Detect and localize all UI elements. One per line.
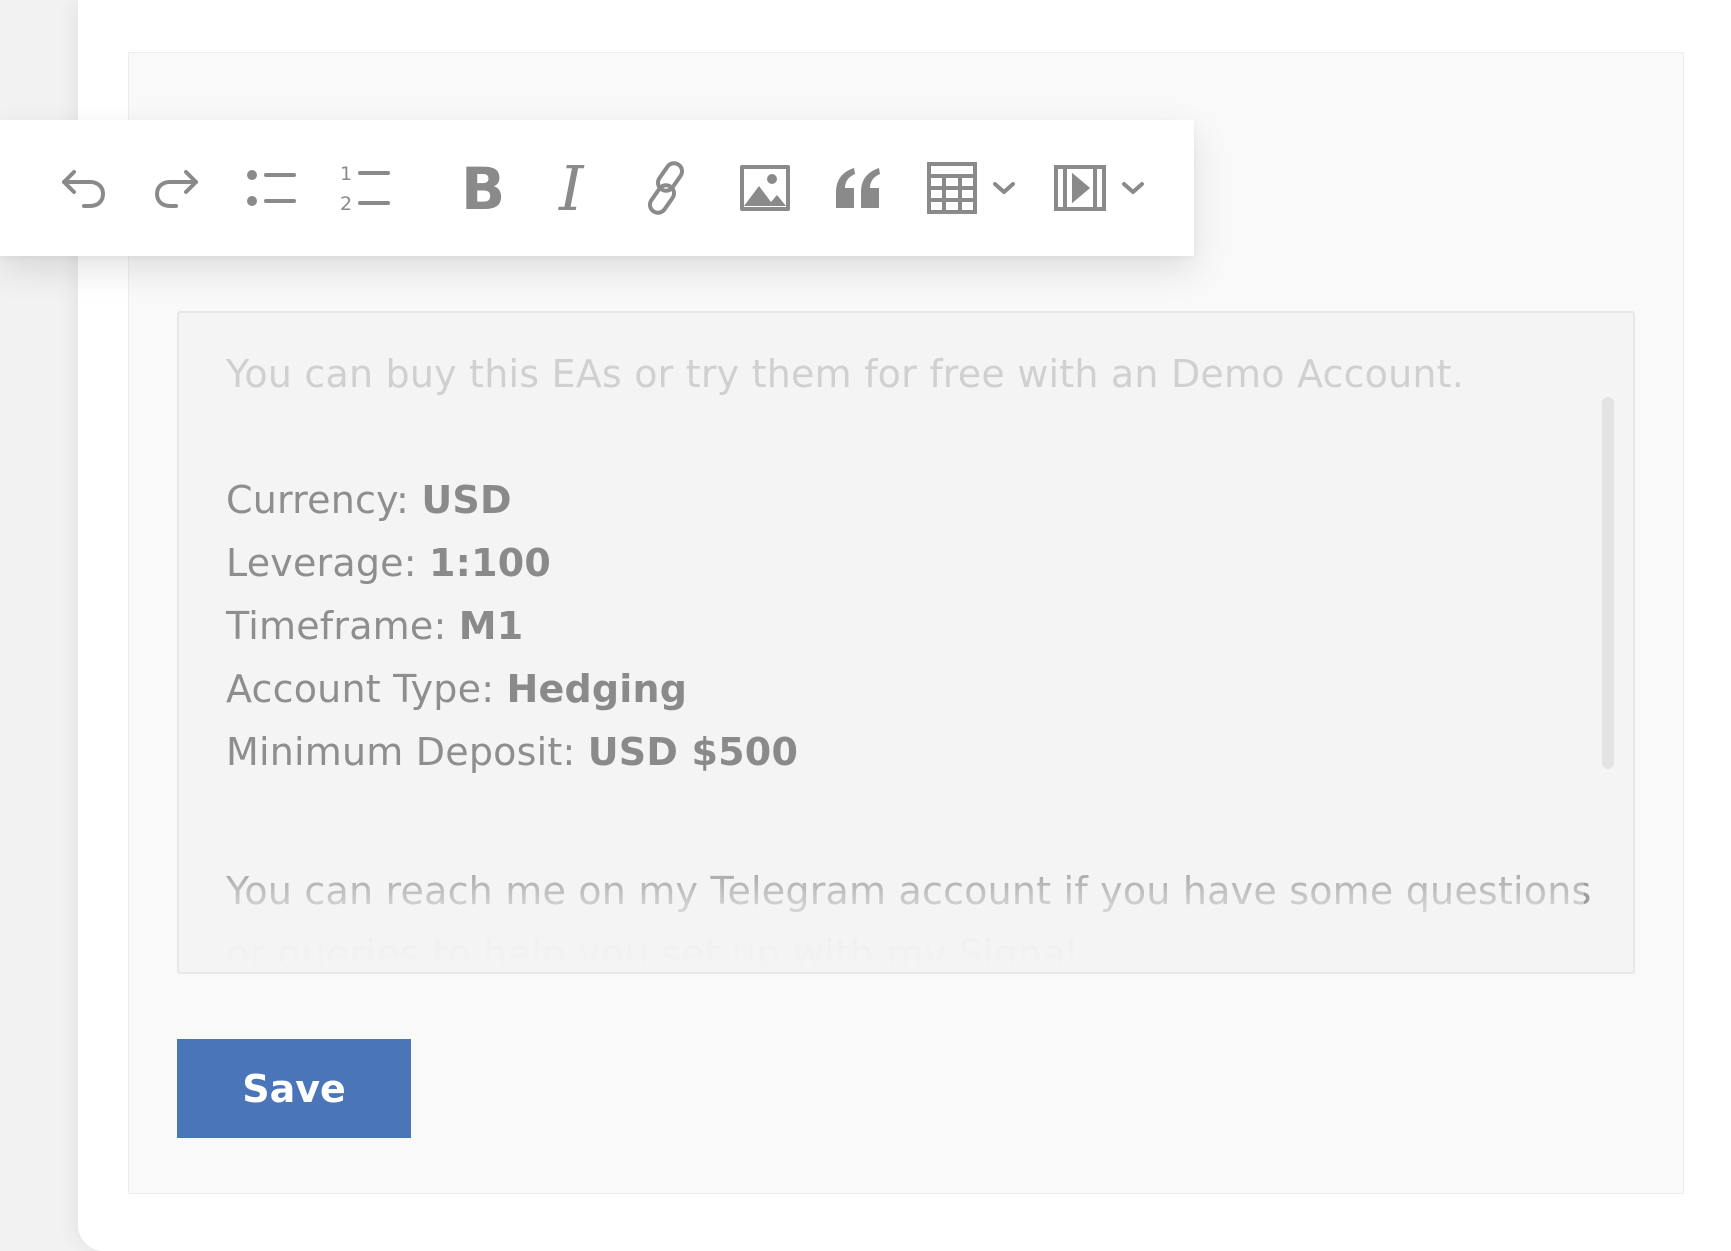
insert-media-dropdown[interactable]: [1044, 148, 1154, 228]
field-minimum-deposit: Minimum Deposit: USD $500: [226, 730, 799, 774]
bold-button[interactable]: B: [441, 148, 521, 228]
field-value: 1:100: [429, 541, 552, 585]
numbered-list-button[interactable]: 1 2: [326, 148, 406, 228]
field-value: USD: [421, 478, 512, 522]
link-icon: [643, 160, 695, 216]
redo-icon: [150, 162, 202, 214]
numbered-list-icon: 1 2: [336, 160, 396, 216]
editor-content[interactable]: You can buy this EAs or try them for fre…: [226, 343, 1592, 974]
media-embed-icon: [1053, 164, 1107, 212]
svg-text:2: 2: [340, 193, 352, 215]
save-button[interactable]: Save: [177, 1039, 411, 1138]
field-value: M1: [458, 604, 524, 648]
field-account-type: Account Type: Hedging: [226, 667, 688, 711]
insert-table-dropdown[interactable]: [916, 148, 1026, 228]
redo-button[interactable]: [136, 148, 216, 228]
svg-text:I: I: [558, 158, 585, 218]
quote-icon: [834, 166, 882, 210]
bulleted-list-button[interactable]: [232, 148, 312, 228]
bulleted-list-icon: [244, 162, 300, 214]
svg-text:1: 1: [340, 163, 352, 185]
chevron-down-icon: [992, 180, 1016, 196]
block-quote-button[interactable]: [818, 148, 898, 228]
editor-intro-text: You can buy this EAs or try them for fre…: [226, 352, 1465, 396]
field-currency: Currency: USD: [226, 478, 512, 522]
editor-toolbar: 1 2 B I: [0, 120, 1194, 256]
editor-scrollbar[interactable]: [1602, 397, 1614, 769]
image-button[interactable]: [725, 148, 805, 228]
undo-icon: [58, 162, 110, 214]
image-icon: [739, 164, 791, 212]
rich-text-editor[interactable]: You can buy this EAs or try them for fre…: [177, 311, 1635, 974]
italic-icon: I: [551, 158, 599, 218]
field-timeframe: Timeframe: M1: [226, 604, 524, 648]
svg-text:B: B: [461, 158, 505, 218]
italic-button[interactable]: I: [535, 148, 615, 228]
field-leverage: Leverage: 1:100: [226, 541, 552, 585]
field-value: USD $500: [587, 730, 799, 774]
table-icon: [926, 161, 978, 215]
bold-icon: B: [455, 158, 507, 218]
contact-text-line: or queries to help you set up with my Si…: [226, 932, 1077, 974]
field-value: Hedging: [506, 667, 688, 711]
contact-text-line: You can reach me on my Telegram account …: [226, 869, 1592, 913]
chevron-down-icon: [1121, 180, 1145, 196]
undo-button[interactable]: [44, 148, 124, 228]
link-button[interactable]: [629, 148, 709, 228]
